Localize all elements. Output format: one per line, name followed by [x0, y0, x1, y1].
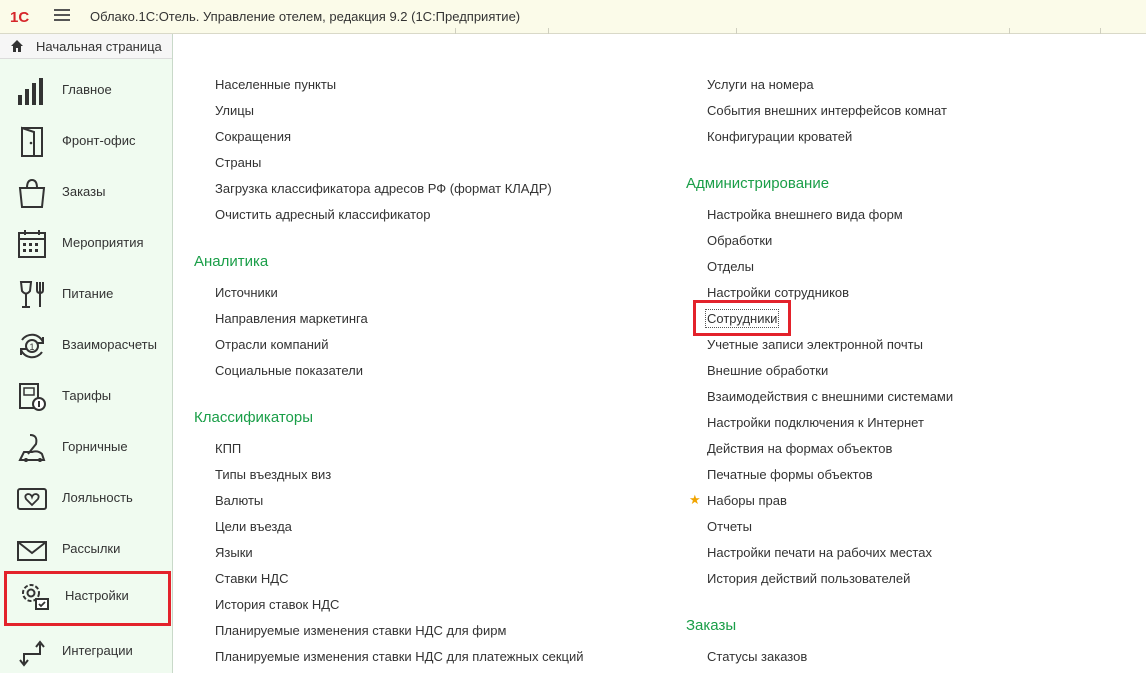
link-entry-visa-types[interactable]: Типы въездных виз: [215, 467, 331, 482]
sidebar-item-label: Лояльность: [62, 490, 133, 505]
sidebar: Начальная страница Главное Фронт-офис За…: [0, 34, 173, 673]
section-title-classifiers: Классификаторы: [194, 409, 314, 426]
link-rights-sets[interactable]: Наборы прав: [707, 493, 787, 508]
heart-card-icon: [17, 488, 47, 510]
link-load-kladr[interactable]: Загрузка классификатора адресов РФ (форм…: [215, 181, 552, 196]
link-sources[interactable]: Источники: [215, 285, 278, 300]
settings-content: Населенные пункты Улицы Сокращения Стран…: [174, 34, 1146, 673]
link-user-action-history[interactable]: История действий пользователей: [707, 571, 910, 586]
link-planned-vat-changes-firms[interactable]: Планируемые изменения ставки НДС для фир…: [215, 623, 506, 638]
sidebar-item-settings[interactable]: Настройки: [4, 571, 171, 626]
sidebar-item-main[interactable]: Главное: [0, 65, 173, 116]
sidebar-item-label: Главное: [62, 82, 112, 97]
sidebar-item-label: Мероприятия: [62, 235, 144, 250]
sidebar-item-front-office[interactable]: Фронт-офис: [0, 116, 173, 167]
integration-arrows-icon: [19, 640, 45, 667]
link-reports[interactable]: Отчеты: [707, 519, 752, 534]
star-icon[interactable]: ★: [689, 492, 701, 508]
door-icon: [21, 126, 43, 157]
section-title-orders: Заказы: [686, 617, 737, 634]
link-bed-configurations[interactable]: Конфигурации кроватей: [707, 129, 852, 144]
sidebar-item-housekeeping[interactable]: Горничные: [0, 422, 173, 473]
sidebar-item-events[interactable]: Мероприятия: [0, 218, 173, 269]
sidebar-item-loyalty[interactable]: Лояльность: [0, 473, 173, 524]
tariff-document-icon: [19, 383, 46, 411]
link-internet-connection-settings[interactable]: Настройки подключения к Интернет: [707, 415, 924, 430]
link-form-appearance-settings[interactable]: Настройка внешнего вида форм: [707, 207, 903, 222]
link-data-processors[interactable]: Обработки: [707, 233, 772, 248]
link-external-system-interactions[interactable]: Взаимодействия с внешними системами: [707, 389, 953, 404]
sidebar-item-settlements[interactable]: 1 Взаиморасчеты: [0, 320, 173, 371]
link-planned-vat-changes-payment-sections[interactable]: Планируемые изменения ставки НДС для пла…: [215, 649, 583, 664]
svg-text:1: 1: [30, 342, 35, 352]
link-email-accounts[interactable]: Учетные записи электронной почты: [707, 337, 923, 352]
link-object-form-actions[interactable]: Действия на формах объектов: [707, 441, 892, 456]
link-object-print-forms[interactable]: Печатные формы объектов: [707, 467, 873, 482]
link-clear-address-classifier[interactable]: Очистить адресный классификатор: [215, 207, 430, 222]
link-company-industries[interactable]: Отрасли компаний: [215, 337, 328, 352]
sidebar-item-label: Интеграции: [62, 643, 133, 658]
hamburger-menu-icon[interactable]: [54, 9, 70, 23]
link-marketing-directions[interactable]: Направления маркетинга: [215, 311, 368, 326]
sidebar-item-label: Фронт-офис: [62, 133, 136, 148]
link-abbreviations[interactable]: Сокращения: [215, 129, 291, 144]
sidebar-item-tariffs[interactable]: Тарифы: [0, 371, 173, 422]
envelope-icon: [17, 541, 47, 561]
bar-chart-icon: [18, 78, 43, 105]
title-bar: 1С Облако.1С:Отель. Управление отелем, р…: [0, 0, 1146, 34]
link-vat-rates[interactable]: Ставки НДС: [215, 571, 288, 586]
sidebar-item-label: Настройки: [65, 588, 129, 603]
gears-icon: [22, 584, 49, 610]
section-title-analytics: Аналитика: [194, 253, 269, 270]
1c-logo-icon: 1С: [10, 9, 29, 26]
home-page-label: Начальная страница: [36, 38, 162, 54]
sidebar-item-label: Заказы: [62, 184, 106, 199]
link-workstation-print-settings[interactable]: Настройки печати на рабочих местах: [707, 545, 932, 560]
link-external-processors[interactable]: Внешние обработки: [707, 363, 828, 378]
glass-fork-icon: [19, 281, 44, 308]
link-localities[interactable]: Населенные пункты: [215, 77, 336, 92]
sidebar-item-label: Взаиморасчеты: [62, 337, 157, 352]
link-countries[interactable]: Страны: [215, 155, 261, 170]
svg-text:1С: 1С: [10, 9, 29, 26]
link-vat-rate-history[interactable]: История ставок НДС: [215, 597, 339, 612]
sidebar-item-orders[interactable]: Заказы: [0, 167, 173, 218]
vacuum-cleaner-icon: [18, 434, 46, 462]
sidebar-item-food[interactable]: Питание: [0, 269, 173, 320]
link-social-indicators[interactable]: Социальные показатели: [215, 363, 363, 378]
link-order-statuses[interactable]: Статусы заказов: [707, 649, 807, 664]
app-title: Облако.1С:Отель. Управление отелем, реда…: [90, 9, 521, 24]
sidebar-item-label: Рассылки: [62, 541, 121, 556]
link-employee-settings[interactable]: Настройки сотрудников: [707, 285, 849, 300]
settlement-cycle-icon: 1: [20, 333, 44, 359]
sidebar-item-label: Питание: [62, 286, 114, 301]
section-title-administration: Администрирование: [686, 175, 830, 192]
home-icon: [11, 40, 23, 52]
sidebar-item-label: Горничные: [62, 439, 128, 454]
link-room-services[interactable]: Услуги на номера: [707, 77, 814, 92]
shopping-bag-icon: [18, 178, 46, 208]
sidebar-item-mailings[interactable]: Рассылки: [0, 524, 173, 575]
link-streets[interactable]: Улицы: [215, 103, 254, 118]
sidebar-item-label: Тарифы: [62, 388, 112, 403]
link-departments[interactable]: Отделы: [707, 259, 754, 274]
link-kpp[interactable]: КПП: [215, 441, 241, 456]
link-languages[interactable]: Языки: [215, 545, 253, 560]
link-entry-purposes[interactable]: Цели въезда: [215, 519, 292, 534]
sidebar-item-integrations[interactable]: Интеграции: [0, 626, 173, 673]
link-employees[interactable]: Сотрудники: [704, 309, 780, 328]
calendar-icon: [18, 230, 46, 258]
home-page-link[interactable]: Начальная страница: [0, 34, 172, 59]
link-room-interface-events[interactable]: События внешних интерфейсов комнат: [707, 103, 947, 118]
link-currencies[interactable]: Валюты: [215, 493, 263, 508]
